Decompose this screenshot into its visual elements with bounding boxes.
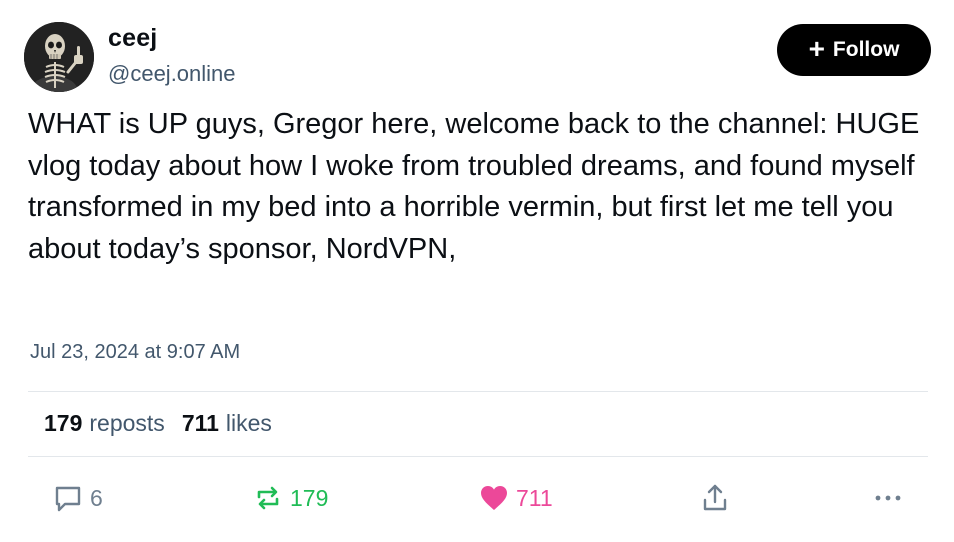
reply-bubble-icon [55,486,81,512]
follow-label: Follow [832,38,900,61]
reposts-count[interactable]: 179 [44,410,82,437]
reposts-label[interactable]: reposts [89,410,164,437]
likes-count[interactable]: 711 [182,410,219,437]
repost-icon [257,486,279,510]
reply-button[interactable]: 6 [52,482,103,514]
divider [28,391,928,392]
share-icon [703,484,727,511]
display-name[interactable]: ceej [108,24,157,53]
user-handle[interactable]: @ceej.online [108,61,236,87]
like-count: 711 [516,484,553,511]
heart-icon [481,486,507,510]
avatar[interactable] [24,22,94,92]
share-button[interactable] [700,482,730,514]
repost-button[interactable]: 179 [252,482,328,514]
plus-icon: + [808,32,825,64]
post-text: WHAT is UP guys, Gregor here, welcome ba… [28,108,928,265]
post-timestamp[interactable]: Jul 23, 2024 at 9:07 AM [30,341,240,364]
repost-count: 179 [290,484,329,511]
skeleton-avatar-icon [24,22,94,92]
follow-button[interactable]: + Follow [777,24,931,76]
divider [28,456,928,457]
more-dots-icon [875,495,901,501]
likes-label[interactable]: likes [226,410,272,437]
reply-count: 6 [90,484,103,511]
like-button[interactable]: 711 [478,482,553,514]
post-card: ceej @ceej.online + Follow WHAT is UP gu… [0,0,954,542]
more-options-button[interactable] [872,482,904,514]
engagement-stats: 179 reposts 711 likes [44,410,272,437]
